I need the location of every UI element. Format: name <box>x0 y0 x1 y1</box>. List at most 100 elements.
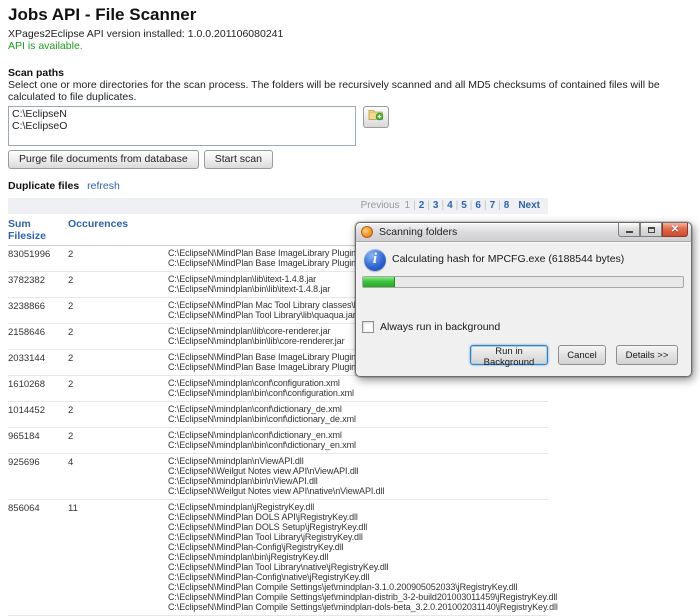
file-path: C:\EclipseN\mindplan\jRegistryKey.dll <box>168 502 558 512</box>
pagination-page-5[interactable]: 5 <box>461 200 467 211</box>
window-controls: ✕ <box>618 223 688 237</box>
sum-filesize-value: 965184 <box>8 430 68 450</box>
dialog-title: Scanning folders <box>379 226 457 238</box>
pagination-page-4[interactable]: 4 <box>447 200 453 211</box>
file-path: C:\EclipseN\Weilgut Notes view API\nativ… <box>168 486 548 496</box>
table-row: 9256964C:\EclipseN\mindplan\nViewAPI.dll… <box>8 454 548 500</box>
file-path: C:\EclipseN\MindPlan Tool Library\jRegis… <box>168 532 558 542</box>
sum-filesize-value: 83051996 <box>8 248 68 268</box>
always-run-checkbox[interactable] <box>362 321 374 333</box>
file-path: C:\EclipseN\Weilgut Notes view API\nView… <box>168 466 548 476</box>
file-path: C:\EclipseN\mindplan\bin\conf\configurat… <box>168 388 548 398</box>
occurrences-value: 2 <box>68 248 168 268</box>
file-path: C:\EclipseN\MindPlan DOLS Setup\jRegistr… <box>168 522 558 532</box>
file-path: C:\EclipseN\MindPlan DOLS API\jRegistryK… <box>168 512 558 522</box>
occurrences-value: 2 <box>68 300 168 320</box>
api-version-text: XPages2Eclipse API version installed: 1.… <box>8 28 692 40</box>
file-path: C:\EclipseN\MindPlan Compile Settings\je… <box>168 592 558 602</box>
pagination-page-2[interactable]: 2 <box>419 200 425 211</box>
occurrences-value: 2 <box>68 274 168 294</box>
table-row: 85606411C:\EclipseN\mindplan\jRegistryKe… <box>8 500 548 616</box>
file-path: C:\EclipseN\mindplan\conf\dictionary_de.… <box>168 404 548 414</box>
progress-bar <box>362 276 684 288</box>
page-title: Jobs API - File Scanner <box>8 5 692 25</box>
pagination-page-7[interactable]: 7 <box>490 200 496 211</box>
scan-paths-description: Select one or more directories for the s… <box>8 79 692 103</box>
occurrences-value: 2 <box>68 326 168 346</box>
file-path: C:\EclipseN\MindPlan-Config\native\jRegi… <box>168 572 558 582</box>
occurrences-value: 2 <box>68 430 168 450</box>
info-icon: i <box>364 249 386 271</box>
app-icon <box>361 226 373 238</box>
dialog-buttons: Run in Background Cancel Details >> <box>470 345 678 365</box>
pagination: Previous1|2|3|4|5|6|7|8Next <box>8 198 548 214</box>
minimize-icon <box>626 231 633 233</box>
sum-filesize-value: 3782382 <box>8 274 68 294</box>
file-path: C:\EclipseN\MindPlan Compile Settings\je… <box>168 602 558 612</box>
duplicate-files-title: Duplicate files <box>8 180 79 192</box>
maximize-button[interactable] <box>640 223 662 237</box>
pagination-previous: Previous <box>361 200 400 211</box>
duplicate-files-heading: Duplicate files refresh <box>8 180 692 192</box>
file-path: C:\EclipseN\mindplan\nViewAPI.dll <box>168 456 548 466</box>
scan-actions: Purge file documents from database Start… <box>8 150 692 169</box>
column-sum-filesize[interactable]: Sum Filesize <box>8 218 68 242</box>
file-paths: C:\EclipseN\mindplan\conf\configuration.… <box>168 378 548 398</box>
always-run-label: Always run in background <box>380 321 500 333</box>
occurrences-value: 4 <box>68 456 168 496</box>
file-path: C:\EclipseN\mindplan\bin\conf\dictionary… <box>168 414 548 424</box>
file-path: C:\EclipseN\mindplan\conf\configuration.… <box>168 378 548 388</box>
sum-filesize-value: 2158646 <box>8 326 68 346</box>
file-paths: C:\EclipseN\mindplan\conf\dictionary_en.… <box>168 430 548 450</box>
always-run-row: Always run in background <box>362 321 500 333</box>
sum-filesize-value: 3238866 <box>8 300 68 320</box>
refresh-link[interactable]: refresh <box>87 180 120 192</box>
occurrences-value: 11 <box>68 502 168 612</box>
pagination-page-8[interactable]: 8 <box>504 200 510 211</box>
sum-filesize-value: 2033144 <box>8 352 68 372</box>
maximize-icon <box>648 227 655 233</box>
dialog-titlebar[interactable]: Scanning folders ✕ <box>355 222 692 241</box>
occurrences-value: 2 <box>68 404 168 424</box>
file-path: C:\EclipseN\MindPlan-Config\jRegistryKey… <box>168 542 558 552</box>
pagination-page-6[interactable]: 6 <box>475 200 481 211</box>
file-paths: C:\EclipseN\mindplan\jRegistryKey.dllC:\… <box>168 502 558 612</box>
file-path: C:\EclipseN\mindplan\bin\nViewAPI.dll <box>168 476 548 486</box>
cancel-button[interactable]: Cancel <box>558 345 606 365</box>
dialog-message: Calculating hash for MPCFG.exe (6188544 … <box>392 253 624 265</box>
file-path: C:\EclipseN\MindPlan Compile Settings\je… <box>168 582 558 592</box>
sum-filesize-value: 1610268 <box>8 378 68 398</box>
table-row: 16102682C:\EclipseN\mindplan\conf\config… <box>8 376 548 402</box>
column-occurences[interactable]: Occurences <box>68 218 168 242</box>
start-scan-button[interactable]: Start scan <box>204 150 273 169</box>
file-path: C:\EclipseN\mindplan\bin\jRegistryKey.dl… <box>168 552 558 562</box>
close-icon: ✕ <box>671 225 679 235</box>
file-paths: C:\EclipseN\mindplan\nViewAPI.dllC:\Ecli… <box>168 456 548 496</box>
add-folder-button[interactable] <box>363 106 389 128</box>
dialog-body: i Calculating hash for MPCFG.exe (618854… <box>355 241 692 377</box>
sum-filesize-value: 1014452 <box>8 404 68 424</box>
run-in-background-button[interactable]: Run in Background <box>470 345 548 365</box>
occurrences-value: 2 <box>68 352 168 372</box>
sum-filesize-value: 856064 <box>8 502 68 612</box>
pagination-next[interactable]: Next <box>518 200 540 211</box>
scan-paths-input[interactable]: C:\EclipseN C:\EclipseO <box>8 106 356 146</box>
scan-paths-row: C:\EclipseN C:\EclipseO <box>8 106 692 146</box>
details-button[interactable]: Details >> <box>616 345 678 365</box>
pagination-page-current: 1 <box>405 200 411 211</box>
close-button[interactable]: ✕ <box>662 223 688 237</box>
folder-plus-icon <box>368 108 384 126</box>
file-path: C:\EclipseN\MindPlan Tool Library\native… <box>168 562 558 572</box>
purge-button[interactable]: Purge file documents from database <box>8 150 199 169</box>
progress-fill <box>363 277 395 287</box>
pagination-page-3[interactable]: 3 <box>433 200 439 211</box>
api-status-text: API is available. <box>8 40 692 52</box>
sum-filesize-value: 925696 <box>8 456 68 496</box>
table-row: 9651842C:\EclipseN\mindplan\conf\diction… <box>8 428 548 454</box>
file-path: C:\EclipseN\mindplan\conf\dictionary_en.… <box>168 430 548 440</box>
scan-paths-label: Scan paths <box>8 67 692 79</box>
file-path: C:\EclipseN\mindplan\bin\conf\dictionary… <box>168 440 548 450</box>
occurrences-value: 2 <box>68 378 168 398</box>
file-paths: C:\EclipseN\mindplan\conf\dictionary_de.… <box>168 404 548 424</box>
minimize-button[interactable] <box>618 223 640 237</box>
